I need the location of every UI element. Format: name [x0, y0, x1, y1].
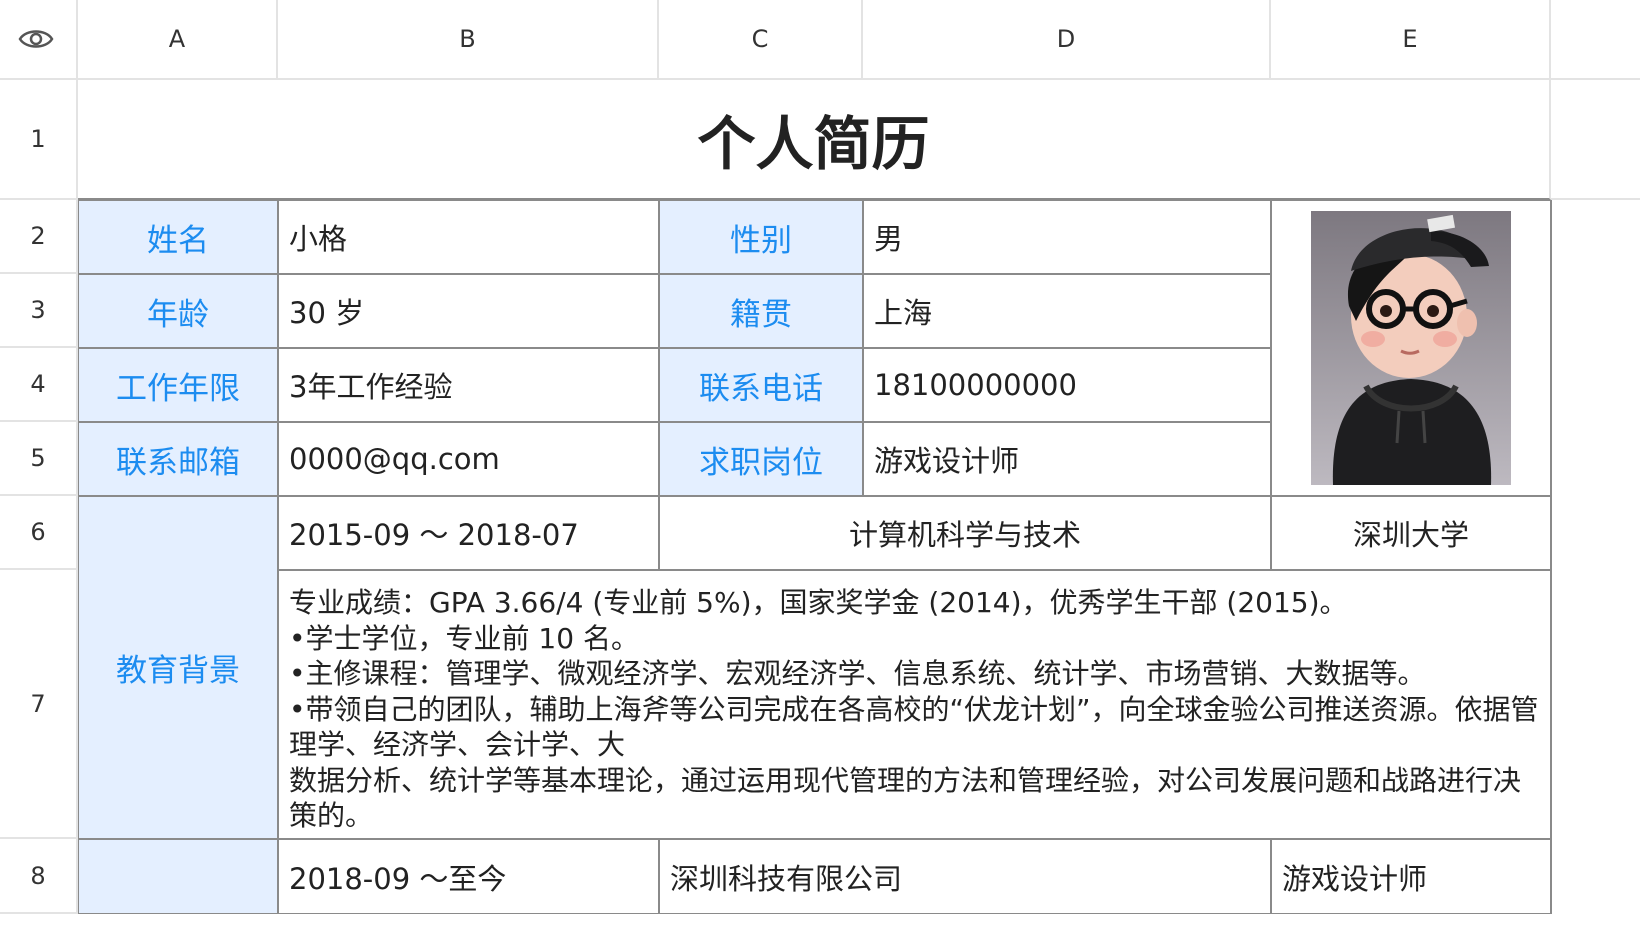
phone-value[interactable]: 18100000000: [863, 348, 1271, 422]
detail-line: •主修课程：管理学、微观经济学、宏观经济学、信息系统、统计学、市场营销、大数据等…: [289, 657, 1426, 690]
email-label[interactable]: 联系邮箱: [78, 422, 278, 496]
column-header-d[interactable]: D: [863, 0, 1271, 80]
column-header-a[interactable]: A: [78, 0, 278, 80]
photo-cell[interactable]: [1271, 200, 1551, 496]
hometown-label[interactable]: 籍贯: [659, 274, 863, 348]
row-header-6[interactable]: 6: [0, 496, 78, 570]
work-years-label[interactable]: 工作年限: [78, 348, 278, 422]
work-position[interactable]: 游戏设计师: [1271, 839, 1551, 914]
education-period[interactable]: 2015-09 ～ 2018-07: [278, 496, 659, 570]
education-major[interactable]: 计算机科学与技术: [659, 496, 1271, 570]
education-school[interactable]: 深圳大学: [1271, 496, 1551, 570]
eye-icon[interactable]: [18, 26, 54, 52]
detail-line: 专业成绩：GPA 3.66/4 (专业前 5%)，国家奖学金 (2014)，优秀…: [289, 586, 1348, 619]
blank-column: [1551, 200, 1640, 914]
job-target-value[interactable]: 游戏设计师: [863, 422, 1271, 496]
blank-cell: [1551, 80, 1640, 200]
row-header-7[interactable]: 7: [0, 570, 78, 839]
detail-line: •学士学位，专业前 10 名。: [289, 621, 639, 655]
column-header-e[interactable]: E: [1271, 0, 1551, 80]
work-company[interactable]: 深圳科技有限公司: [659, 839, 1271, 914]
job-target-label[interactable]: 求职岗位: [659, 422, 863, 496]
avatar-photo: [1311, 211, 1511, 485]
column-header-c[interactable]: C: [659, 0, 863, 80]
gender-value[interactable]: 男: [863, 200, 1271, 274]
age-label[interactable]: 年龄: [78, 274, 278, 348]
row-header-4[interactable]: 4: [0, 348, 78, 422]
row-header-2[interactable]: 2: [0, 200, 78, 274]
hometown-value[interactable]: 上海: [863, 274, 1271, 348]
row-header-5[interactable]: 5: [0, 422, 78, 496]
education-details[interactable]: 专业成绩：GPA 3.66/4 (专业前 5%)，国家奖学金 (2014)，优秀…: [278, 570, 1551, 839]
detail-line: 数据分析、统计学等基本理论，通过运用现代管理的方法和管理经验，对公司发展问题和战…: [289, 763, 1522, 833]
column-header-blank: [1551, 0, 1640, 80]
row-header-1[interactable]: 1: [0, 80, 78, 200]
work-years-value[interactable]: 3年工作经验: [278, 348, 659, 422]
email-value[interactable]: 0000@qq.com: [278, 422, 659, 496]
work-period[interactable]: 2018-09 ～至今: [278, 839, 659, 914]
education-details-text: 专业成绩：GPA 3.66/4 (专业前 5%)，国家奖学金 (2014)，优秀…: [289, 585, 1540, 834]
phone-label[interactable]: 联系电话: [659, 348, 863, 422]
gender-label[interactable]: 性别: [659, 200, 863, 274]
row-header-8[interactable]: 8: [0, 839, 78, 914]
education-label[interactable]: 教育背景: [78, 496, 278, 839]
name-label[interactable]: 姓名: [78, 200, 278, 274]
age-value[interactable]: 30 岁: [278, 274, 659, 348]
resume-title[interactable]: 个人简历: [78, 80, 1551, 200]
corner-cell[interactable]: [0, 0, 78, 80]
work-label[interactable]: [78, 839, 278, 914]
detail-line: •带领自己的团队，辅助上海斧等公司完成在各高校的“伏龙计划”，向全球金验公司推送…: [289, 692, 1539, 762]
row-header-3[interactable]: 3: [0, 274, 78, 348]
name-value[interactable]: 小格: [278, 200, 659, 274]
spreadsheet: A B C D E 1 2 3 4 5 6 7 8 个人简历 姓名 小格 性别 …: [0, 0, 1640, 952]
column-header-b[interactable]: B: [278, 0, 659, 80]
